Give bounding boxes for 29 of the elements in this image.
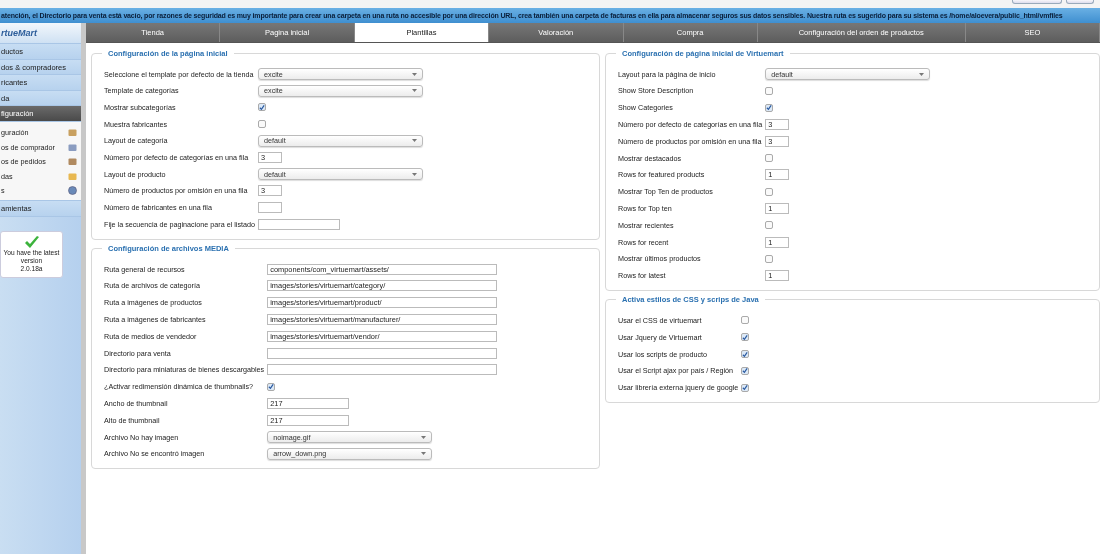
checkbox[interactable]: [765, 103, 774, 112]
caret-icon: [421, 452, 427, 455]
checkbox[interactable]: [741, 350, 750, 359]
checkbox[interactable]: [258, 103, 267, 112]
caret-icon: [412, 139, 418, 143]
checkbox[interactable]: [267, 382, 276, 391]
caret-icon: [919, 72, 925, 76]
caret-icon: [412, 172, 418, 176]
checkbox[interactable]: [741, 316, 750, 325]
checkmark-icon: [23, 235, 40, 249]
input-field[interactable]: [267, 364, 498, 376]
checkbox[interactable]: [765, 86, 774, 95]
checkbox[interactable]: [765, 187, 774, 196]
checkbox[interactable]: [765, 221, 774, 230]
caret-icon: [412, 89, 418, 93]
input-field[interactable]: [267, 347, 498, 359]
toolbar-button[interactable]: [1066, 0, 1094, 4]
input-field[interactable]: [258, 202, 283, 214]
checkbox[interactable]: [741, 366, 750, 375]
caret-icon: [421, 435, 427, 439]
logo: rtueMart: [0, 23, 81, 44]
caret-icon: [412, 72, 418, 76]
checkbox[interactable]: [741, 383, 750, 392]
checkbox[interactable]: [258, 120, 267, 129]
checkbox[interactable]: [765, 254, 774, 263]
checkbox[interactable]: [741, 333, 750, 342]
checkbox[interactable]: [765, 154, 774, 163]
input-field[interactable]: [258, 218, 341, 230]
toolbar-button[interactable]: [1012, 0, 1062, 4]
